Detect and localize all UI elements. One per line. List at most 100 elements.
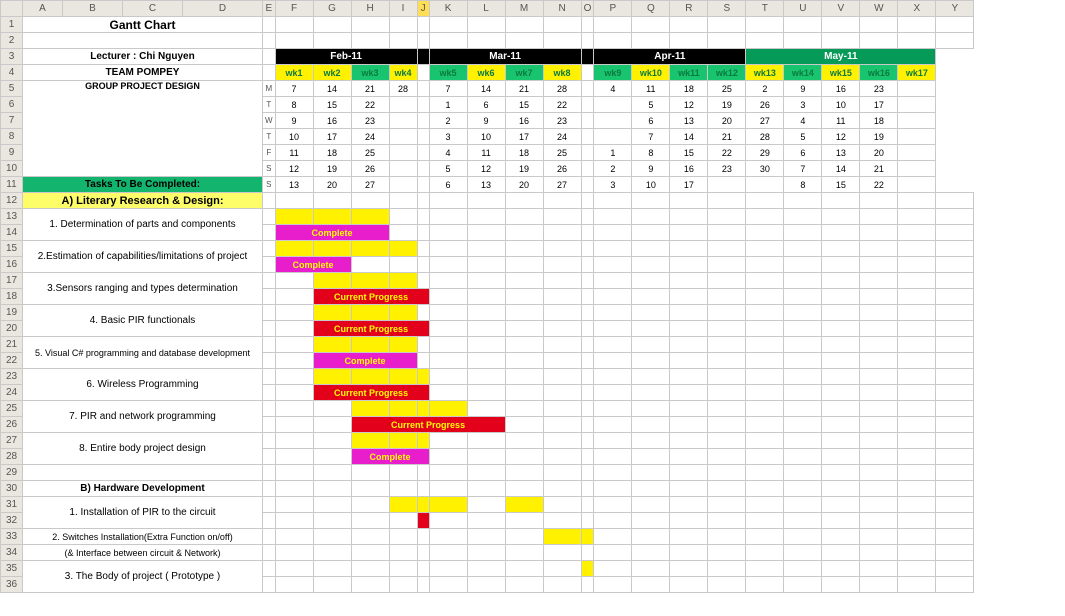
dow-f: F <box>263 145 276 161</box>
bar-b3-plan <box>581 561 594 577</box>
col-I[interactable]: I <box>389 1 417 17</box>
col-T[interactable]: T <box>746 1 784 17</box>
task-a8[interactable]: 8. Entire body project design <box>23 433 263 465</box>
team-cell[interactable]: TEAM POMPEY <box>23 65 263 81</box>
bar-a2-status: Complete <box>275 257 351 273</box>
col-E[interactable]: E <box>263 1 276 17</box>
row-27[interactable]: 27 <box>1 433 23 449</box>
col-U[interactable]: U <box>784 1 822 17</box>
tasks-header[interactable]: Tasks To Be Completed: <box>23 177 263 193</box>
col-N[interactable]: N <box>543 1 581 17</box>
group-design[interactable]: GROUP PROJECT DESIGN <box>23 81 263 177</box>
row-26[interactable]: 26 <box>1 417 23 433</box>
wk9: wk9 <box>594 65 632 81</box>
row-10[interactable]: 10 <box>1 161 23 177</box>
col-R[interactable]: R <box>670 1 708 17</box>
col-D[interactable]: D <box>183 1 263 17</box>
wk13: wk13 <box>746 65 784 81</box>
task-b1[interactable]: 1. Installation of PIR to the circuit <box>23 497 263 529</box>
bar-b2-plan <box>543 529 581 545</box>
row-2[interactable]: 2 <box>1 33 23 49</box>
task-b2a[interactable]: 2. Switches Installation(Extra Function … <box>23 529 263 545</box>
task-a1[interactable]: 1. Determination of parts and components <box>23 209 263 241</box>
row-25[interactable]: 25 <box>1 401 23 417</box>
col-W[interactable]: W <box>860 1 898 17</box>
row-6[interactable]: 6 <box>1 97 23 113</box>
row-22[interactable]: 22 <box>1 353 23 369</box>
col-X[interactable]: X <box>898 1 936 17</box>
col-Q[interactable]: Q <box>632 1 670 17</box>
col-L[interactable]: L <box>467 1 505 17</box>
row-7[interactable]: 7 <box>1 113 23 129</box>
col-J[interactable]: J <box>417 1 429 17</box>
task-b2b[interactable]: (& Interface between circuit & Network) <box>23 545 263 561</box>
col-H[interactable]: H <box>351 1 389 17</box>
col-C[interactable]: C <box>123 1 183 17</box>
bar-a6-status: Current Progress <box>313 385 429 401</box>
row-18[interactable]: 18 <box>1 289 23 305</box>
bar-a4-plan <box>313 305 351 321</box>
col-G[interactable]: G <box>313 1 351 17</box>
section-a[interactable]: A) Literary Research & Design: <box>23 193 263 209</box>
col-K[interactable]: K <box>429 1 467 17</box>
row-35[interactable]: 35 <box>1 561 23 577</box>
wk3: wk3 <box>351 65 389 81</box>
col-S[interactable]: S <box>708 1 746 17</box>
row-15[interactable]: 15 <box>1 241 23 257</box>
col-V[interactable]: V <box>822 1 860 17</box>
row-17[interactable]: 17 <box>1 273 23 289</box>
row-31[interactable]: 31 <box>1 497 23 513</box>
row-28[interactable]: 28 <box>1 449 23 465</box>
wk16: wk16 <box>860 65 898 81</box>
wk2: wk2 <box>313 65 351 81</box>
bar-a5-status: Complete <box>313 353 417 369</box>
dow-m: M <box>263 81 276 97</box>
task-a6[interactable]: 6. Wireless Programming <box>23 369 263 401</box>
col-O[interactable]: O <box>581 1 594 17</box>
row-1[interactable]: 1 <box>1 17 23 33</box>
row-21[interactable]: 21 <box>1 337 23 353</box>
row-24[interactable]: 24 <box>1 385 23 401</box>
row-14[interactable]: 14 <box>1 225 23 241</box>
bar-a1-status: Complete <box>275 225 389 241</box>
col-F[interactable]: F <box>275 1 313 17</box>
select-all[interactable] <box>1 1 23 17</box>
row-16[interactable]: 16 <box>1 257 23 273</box>
row-4[interactable]: 4 <box>1 65 23 81</box>
row-29[interactable]: 29 <box>1 465 23 481</box>
task-a2[interactable]: 2.Estimation of capabilities/limitations… <box>23 241 263 273</box>
row-12[interactable]: 12 <box>1 193 23 209</box>
row-32[interactable]: 32 <box>1 513 23 529</box>
month-apr: Apr-11 <box>594 49 746 65</box>
row-5[interactable]: 5 <box>1 81 23 97</box>
section-b[interactable]: B) Hardware Development <box>23 481 263 497</box>
row-20[interactable]: 20 <box>1 321 23 337</box>
row-30[interactable]: 30 <box>1 481 23 497</box>
col-Y[interactable]: Y <box>936 1 974 17</box>
bar-a1-plan <box>275 209 313 225</box>
row-13[interactable]: 13 <box>1 209 23 225</box>
row-36[interactable]: 36 <box>1 577 23 593</box>
task-a7[interactable]: 7. PIR and network programming <box>23 401 263 433</box>
row-9[interactable]: 9 <box>1 145 23 161</box>
row-3[interactable]: 3 <box>1 49 23 65</box>
col-P[interactable]: P <box>594 1 632 17</box>
row-19[interactable]: 19 <box>1 305 23 321</box>
row-33[interactable]: 33 <box>1 529 23 545</box>
row-11[interactable]: 11 <box>1 177 23 193</box>
col-M[interactable]: M <box>505 1 543 17</box>
dow-su: S <box>263 177 276 193</box>
task-a3[interactable]: 3.Sensors ranging and types determinatio… <box>23 273 263 305</box>
task-a5[interactable]: 5. Visual C# programming and database de… <box>23 337 263 369</box>
title-cell[interactable]: Gantt Chart <box>23 17 263 33</box>
row-8[interactable]: 8 <box>1 129 23 145</box>
row-23[interactable]: 23 <box>1 369 23 385</box>
col-A[interactable]: A <box>23 1 63 17</box>
row-34[interactable]: 34 <box>1 545 23 561</box>
spreadsheet-grid: A B C D E F G H I J K L M N O P Q R S T … <box>0 0 974 593</box>
col-B[interactable]: B <box>63 1 123 17</box>
task-b3[interactable]: 3. The Body of project ( Prototype ) <box>23 561 263 593</box>
lecturer-cell[interactable]: Lecturer : Chi Nguyen <box>23 49 263 65</box>
bar-a8-status: Complete <box>351 449 429 465</box>
task-a4[interactable]: 4. Basic PIR functionals <box>23 305 263 337</box>
